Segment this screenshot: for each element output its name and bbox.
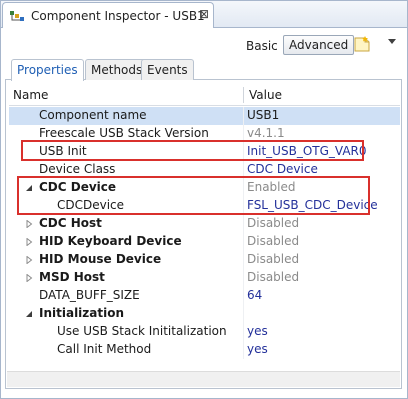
column-divider (243, 287, 244, 305)
horizontal-scrollbar[interactable] (7, 371, 400, 387)
property-value[interactable]: v4.1.1 (247, 126, 285, 140)
property-value[interactable]: USB1 (247, 108, 279, 122)
property-value[interactable]: CDC Device (247, 162, 318, 176)
table-row[interactable]: MSD Host Disabled (9, 269, 400, 287)
property-value[interactable]: Disabled (247, 216, 299, 230)
column-divider (243, 233, 244, 251)
table-header: Name Value (9, 85, 400, 106)
property-name: Device Class (39, 162, 116, 176)
property-name: HID Keyboard Device (39, 234, 182, 248)
property-value[interactable]: Disabled (247, 252, 299, 266)
tab-methods[interactable]: Methods (85, 59, 149, 80)
view-title: Component Inspector - USB1 (31, 9, 205, 23)
mode-toolbar: Basic Advanced (1, 29, 407, 59)
collapsed-arrow-icon[interactable] (25, 238, 33, 246)
component-inspector-icon (10, 11, 24, 21)
advanced-mode-button[interactable]: Advanced (283, 35, 355, 55)
column-divider[interactable] (243, 87, 244, 103)
property-name: Freescale USB Stack Version (39, 126, 209, 140)
column-divider (243, 251, 244, 269)
table-row[interactable]: Use USB Stack Inititalization yes (9, 323, 400, 341)
column-divider (243, 341, 244, 359)
expanded-arrow-icon[interactable] (25, 310, 33, 318)
value-column-header[interactable]: Value (249, 88, 282, 102)
table-row[interactable]: Initialization (9, 305, 400, 323)
view-title-strip: Component Inspector - USB1 ⊠ (1, 1, 407, 28)
table-row[interactable]: Call Init Method yes (9, 341, 400, 359)
view-menu-icon[interactable] (385, 35, 399, 49)
tab-properties[interactable]: Properties (11, 59, 84, 81)
table-row[interactable]: Component name USB1 (9, 107, 400, 125)
new-note-icon[interactable] (353, 35, 371, 53)
property-name: HID Mouse Device (39, 252, 162, 266)
property-name: Call Init Method (57, 342, 152, 356)
property-value[interactable]: Disabled (247, 270, 299, 284)
collapsed-arrow-icon[interactable] (25, 220, 33, 228)
table-row[interactable]: DATA_BUFF_SIZE 64 (9, 287, 400, 305)
column-divider (243, 107, 244, 125)
cdc-device-highlight (17, 176, 370, 215)
close-icon[interactable]: ⊠ (199, 7, 209, 21)
name-column-header[interactable]: Name (13, 88, 48, 102)
property-name: DATA_BUFF_SIZE (39, 288, 140, 302)
column-divider (243, 305, 244, 323)
property-name: Initialization (39, 306, 125, 320)
property-value[interactable]: yes (247, 324, 268, 338)
property-value[interactable]: Disabled (247, 234, 299, 248)
view-tab[interactable]: Component Inspector - USB1 ⊠ (2, 2, 214, 28)
property-name: CDC Host (39, 216, 102, 230)
column-divider (243, 269, 244, 287)
property-value[interactable]: 64 (247, 288, 262, 302)
property-name: Use USB Stack Inititalization (57, 324, 227, 338)
usb-init-highlight (21, 140, 364, 161)
column-divider (243, 215, 244, 233)
collapsed-arrow-icon[interactable] (25, 256, 33, 264)
property-value[interactable]: yes (247, 342, 268, 356)
tab-events[interactable]: Events (141, 59, 194, 80)
component-inspector-view: Component Inspector - USB1 ⊠ Basic Advan… (0, 0, 408, 399)
basic-mode-button[interactable]: Basic (246, 39, 278, 53)
table-row[interactable]: HID Mouse Device Disabled (9, 251, 400, 269)
collapsed-arrow-icon[interactable] (25, 274, 33, 282)
property-name: MSD Host (39, 270, 105, 284)
property-name: Component name (39, 108, 147, 122)
table-row[interactable]: HID Keyboard Device Disabled (9, 233, 400, 251)
column-divider (243, 323, 244, 341)
table-row[interactable]: CDC Host Disabled (9, 215, 400, 233)
